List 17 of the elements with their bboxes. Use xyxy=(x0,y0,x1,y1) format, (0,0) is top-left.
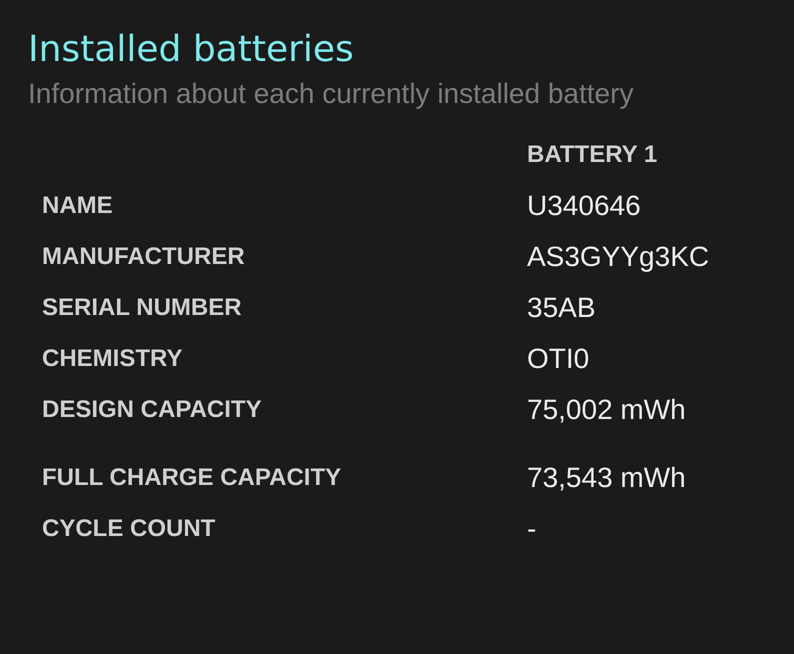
page-title: Installed batteries xyxy=(28,28,355,72)
row-value: 75,002 mWh xyxy=(527,394,686,426)
row-label: SERIAL NUMBER xyxy=(42,294,242,320)
page-subtitle: Information about each currently installed battery xyxy=(28,77,634,111)
row-label: FULL CHARGE CAPACITY xyxy=(42,464,342,490)
row-label: NAME xyxy=(42,192,113,218)
row-value: 73,543 mWh xyxy=(527,462,686,494)
row-value: 35AB xyxy=(527,292,596,324)
row-value: - xyxy=(527,512,536,544)
row-value: OTI0 xyxy=(527,342,590,374)
column-header: BATTERY 1 xyxy=(527,141,658,169)
row-label: CYCLE COUNT xyxy=(42,514,216,542)
row-value: AS3GYYg3KC xyxy=(527,240,710,272)
row-label: MANUFACTURER xyxy=(42,242,245,270)
row-value: U340646 xyxy=(527,190,641,222)
row-label: CHEMISTRY xyxy=(42,344,182,372)
row-label: DESIGN CAPACITY xyxy=(42,396,262,422)
